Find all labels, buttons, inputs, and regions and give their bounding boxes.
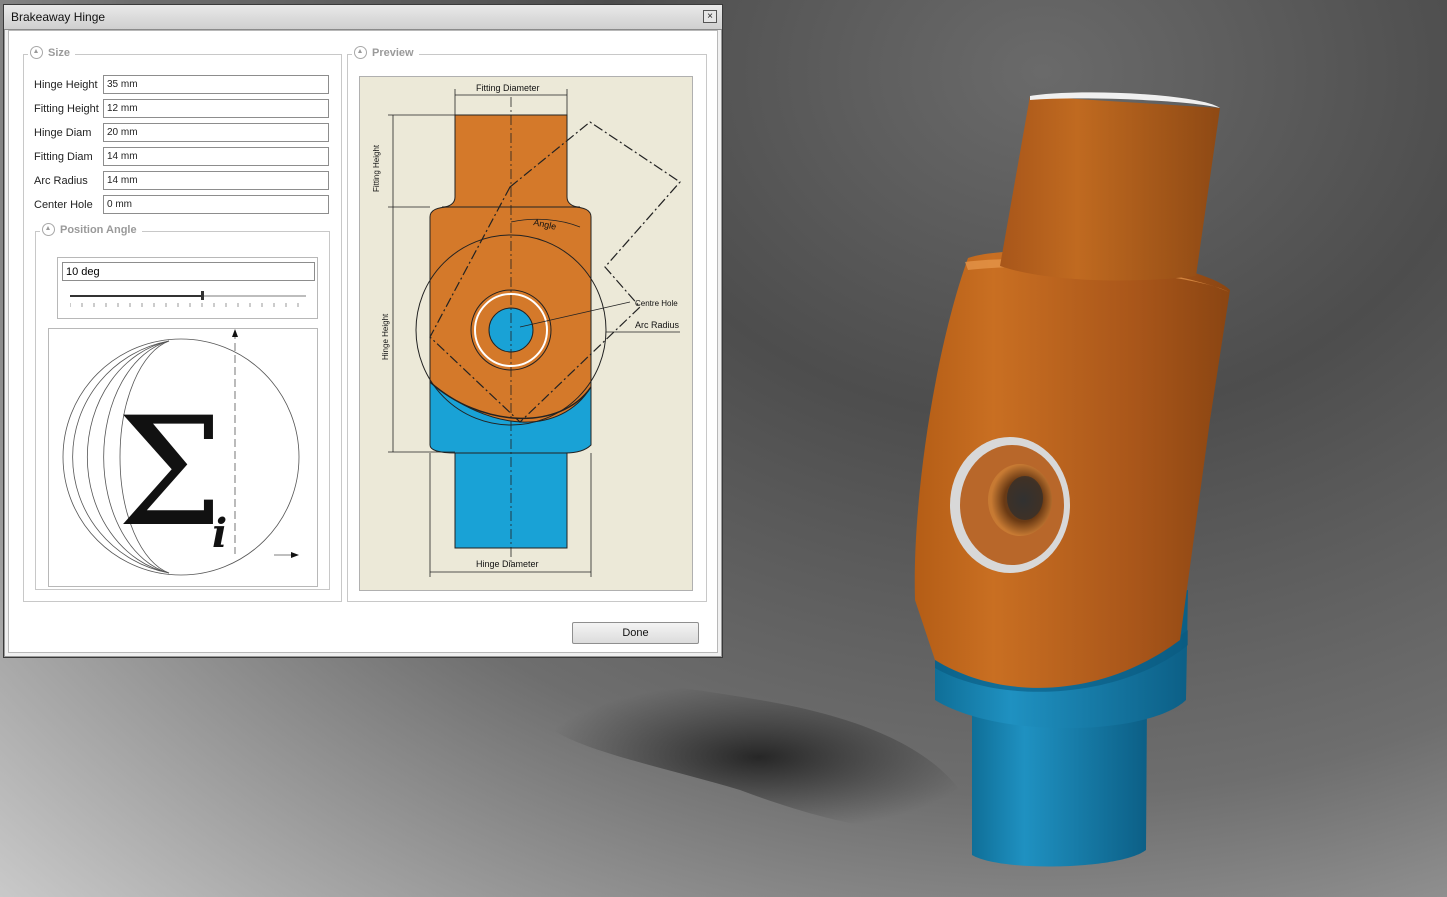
position-angle-group: Position Angle 10 deg Σ i: [35, 223, 330, 590]
hinge-height-row: Hinge Height: [34, 75, 330, 95]
dialog-title: Brakeaway Hinge: [11, 10, 106, 24]
slider-fill: [70, 295, 203, 297]
preview-group-header[interactable]: Preview: [352, 46, 419, 59]
preview-group-label: Preview: [372, 46, 414, 59]
hinge-height-label: Hinge Height: [381, 313, 390, 360]
size-group: Size Hinge Height Fitting Height Hinge D…: [23, 46, 342, 602]
position-angle-header[interactable]: Position Angle: [40, 223, 142, 236]
hinge-drawing: Fitting Diameter Hinge Diameter Angle Ce…: [372, 83, 681, 577]
brakeaway-hinge-dialog: Brakeaway Hinge × Size Hinge Height Fitt…: [3, 4, 723, 658]
close-icon[interactable]: ×: [703, 10, 717, 23]
slider-ticks: [70, 303, 299, 307]
position-angle-label: Position Angle: [60, 223, 137, 236]
subscript-i: i: [212, 510, 227, 557]
size-group-header[interactable]: Size: [28, 46, 76, 59]
hinge-diam-row: Hinge Diam: [34, 123, 330, 143]
slider-thumb[interactable]: [201, 291, 205, 300]
center-hole-field[interactable]: [103, 195, 329, 214]
fitting-diameter-label: Fitting Diameter: [476, 83, 540, 93]
size-group-label: Size: [48, 46, 71, 59]
field-label: Hinge Diam: [34, 127, 92, 139]
collapse-icon[interactable]: [42, 223, 55, 236]
preview-image: Fitting Diameter Hinge Diameter Angle Ce…: [359, 76, 693, 591]
collapse-icon[interactable]: [30, 46, 43, 59]
arc-radius-field[interactable]: [103, 171, 329, 190]
angle-value-field[interactable]: [62, 262, 315, 281]
angle-diagram: Σ i: [48, 328, 318, 587]
fitting-height-row: Fitting Height: [34, 99, 330, 119]
arc-radius-label: Arc Radius: [635, 320, 680, 330]
hinge-diam-field[interactable]: [103, 123, 329, 142]
fitting-diam-row: Fitting Diam: [34, 147, 330, 167]
field-label: Fitting Height: [34, 103, 99, 115]
angle-input-box: [57, 257, 318, 319]
hinge-diameter-label: Hinge Diameter: [476, 559, 539, 569]
angle-diagram-graphic: Σ i: [62, 329, 300, 576]
fitting-height-label: Fitting Height: [372, 144, 381, 192]
field-label: Fitting Diam: [34, 151, 93, 163]
centre-hole-label: Centre Hole: [635, 299, 678, 308]
dialog-client: Size Hinge Height Fitting Height Hinge D…: [8, 30, 718, 653]
fitting-diam-field[interactable]: [103, 147, 329, 166]
sigma-symbol: Σ: [117, 386, 223, 560]
preview-group: Preview Fitting Diameter Hinge Diameter …: [347, 46, 707, 602]
field-label: Center Hole: [34, 199, 93, 211]
title-bar[interactable]: Brakeaway Hinge ×: [4, 5, 722, 30]
fitting-height-field[interactable]: [103, 99, 329, 118]
arc-radius-row: Arc Radius: [34, 171, 330, 191]
hinge-height-field[interactable]: [103, 75, 329, 94]
field-label: Arc Radius: [34, 175, 88, 187]
center-hole-row: Center Hole: [34, 195, 330, 215]
done-button[interactable]: Done: [572, 622, 699, 644]
field-label: Hinge Height: [34, 79, 98, 91]
collapse-icon[interactable]: [354, 46, 367, 59]
angle-slider[interactable]: [70, 291, 306, 300]
